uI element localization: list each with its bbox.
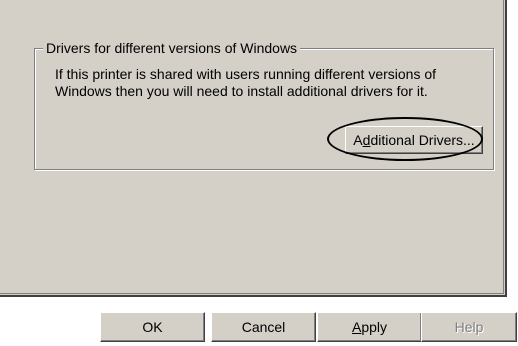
additional-drivers-label-start: A: [353, 132, 363, 148]
ok-button[interactable]: OK: [100, 312, 205, 342]
drivers-description-line-2: Windows then you will need to install ad…: [55, 83, 428, 99]
printer-properties-window: Drivers for different versions of Window…: [0, 0, 518, 346]
ok-label: OK: [142, 319, 163, 335]
drivers-groupbox-title: Drivers for different versions of Window…: [43, 39, 301, 57]
apply-label-rest: pply: [361, 319, 388, 335]
apply-button[interactable]: Apply: [317, 312, 422, 342]
drivers-description: If this printer is shared with users run…: [55, 66, 475, 100]
additional-drivers-label-end: ditional Drivers...: [370, 132, 475, 148]
cancel-button[interactable]: Cancel: [211, 312, 316, 342]
drivers-description-line-1: If this printer is shared with users run…: [55, 66, 437, 82]
apply-accelerator: A: [351, 319, 362, 335]
help-label: Help: [454, 319, 484, 335]
help-button[interactable]: Help: [421, 312, 517, 342]
cancel-label: Cancel: [241, 319, 286, 335]
additional-drivers-button[interactable]: Additional Drivers...: [345, 126, 483, 154]
